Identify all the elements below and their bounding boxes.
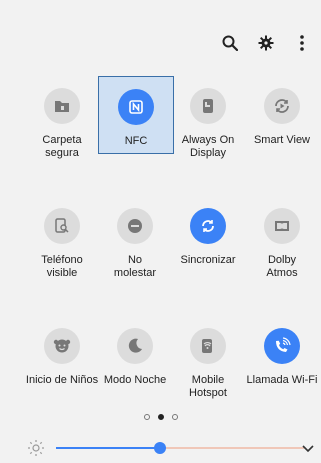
- nfc-icon: [118, 89, 154, 125]
- search-icon[interactable]: [221, 34, 239, 52]
- tile-label: Mobile Hotspot: [189, 374, 227, 399]
- tile-label: Llamada Wi-Fi: [246, 374, 318, 386]
- tile-label: NFC: [124, 135, 148, 147]
- chevron-down-icon[interactable]: [300, 440, 316, 456]
- top-actions: [221, 34, 311, 52]
- page-indicator: [0, 414, 321, 420]
- page-dot[interactable]: [157, 414, 164, 420]
- tile-nfc[interactable]: NFC: [98, 76, 174, 154]
- quick-settings-grid: Carpeta segura NFC Always On Display Sma…: [0, 76, 321, 436]
- tile-label: Always On Display: [181, 134, 235, 159]
- tile-label: Dolby Atmos: [266, 254, 298, 279]
- gear-icon[interactable]: [257, 34, 275, 52]
- tile-no-molestar[interactable]: No molestar: [98, 196, 172, 280]
- tile-smart-view[interactable]: Smart View: [245, 76, 319, 147]
- brightness-fill: [56, 447, 161, 449]
- hotspot-icon: [190, 328, 226, 364]
- tile-label: Smart View: [253, 134, 311, 146]
- tile-telefono-visible[interactable]: Teléfono visible: [25, 196, 99, 280]
- brightness-slider[interactable]: [56, 442, 304, 454]
- tile-modo-noche[interactable]: Modo Noche: [98, 316, 172, 387]
- page-dot[interactable]: [143, 414, 150, 420]
- moon-icon: [117, 328, 153, 364]
- tile-sincronizar[interactable]: Sincronizar: [171, 196, 245, 267]
- tile-row: Teléfono visible No molestar Sincronizar…: [0, 196, 321, 316]
- smart-view-icon: [264, 88, 300, 124]
- brightness-icon: [26, 438, 46, 458]
- brightness-control: [26, 438, 316, 458]
- folder-lock-icon: [44, 88, 80, 124]
- do-not-disturb-icon: [117, 208, 153, 244]
- wifi-call-icon: [264, 328, 300, 364]
- more-vert-icon[interactable]: [293, 34, 311, 52]
- dolby-icon: [264, 208, 300, 244]
- sync-icon: [190, 208, 226, 244]
- tile-label: Teléfono visible: [41, 254, 83, 279]
- phone-search-icon: [44, 208, 80, 244]
- tile-label: Sincronizar: [180, 254, 236, 266]
- tile-always-on-display[interactable]: Always On Display: [171, 76, 245, 160]
- tile-inicio-de-ninos[interactable]: Inicio de Niños: [25, 316, 99, 387]
- tile-carpeta-segura[interactable]: Carpeta segura: [25, 76, 99, 160]
- brightness-thumb[interactable]: [154, 442, 167, 454]
- tile-dolby-atmos[interactable]: Dolby Atmos: [245, 196, 319, 280]
- tile-label: Inicio de Niños: [25, 374, 99, 386]
- phone-display-icon: [190, 88, 226, 124]
- tile-label: No molestar: [113, 254, 157, 279]
- tile-mobile-hotspot[interactable]: Mobile Hotspot: [171, 316, 245, 400]
- kids-icon: [44, 328, 80, 364]
- tile-label: Modo Noche: [103, 374, 167, 386]
- page-dot[interactable]: [171, 414, 178, 420]
- tile-label: Carpeta segura: [42, 134, 82, 159]
- tile-row: Carpeta segura NFC Always On Display Sma…: [0, 76, 321, 196]
- tile-llamada-wifi[interactable]: Llamada Wi-Fi: [245, 316, 319, 387]
